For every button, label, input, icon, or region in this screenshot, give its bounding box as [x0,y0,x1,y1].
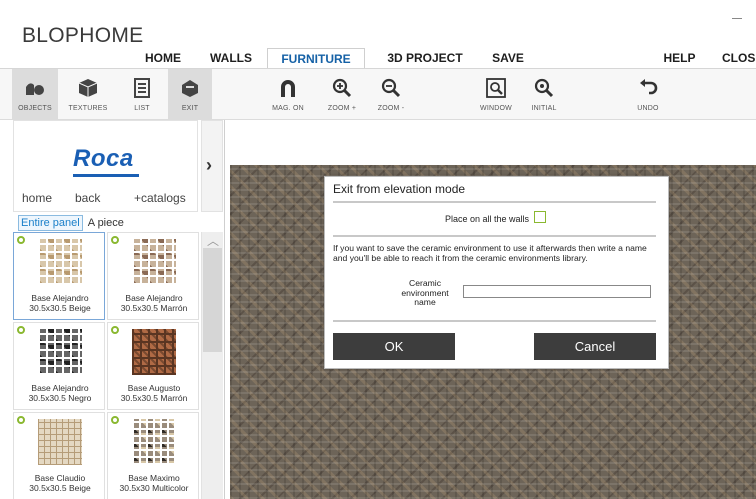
tile-thumbnail [132,239,176,285]
menu-3d-project[interactable]: 3D PROJECT [380,48,470,68]
roca-logo: Roca [73,145,134,172]
status-dot-icon [17,326,25,334]
exit-elevation-dialog: Exit from elevation mode Place on all th… [324,176,669,369]
catalog-back-link[interactable]: back [75,191,100,205]
menu-walls[interactable]: WALLS [200,48,262,68]
zoom-initial-button[interactable]: INITIAL [524,69,564,121]
magnet-button[interactable]: MAG. ON [268,69,308,121]
tile-thumbnail [38,329,82,375]
menu-home[interactable]: HOME [132,48,194,68]
magnet-icon [281,80,295,97]
cancel-button[interactable]: Cancel [534,333,656,360]
app-window: BLOPHOME HOME WALLS FURNITURE 3D PROJECT… [0,0,756,499]
tile-thumbnail [132,419,176,465]
catalog-panel: Roca home back +catalogs › Entire panel … [0,120,225,499]
status-dot-icon [111,236,119,244]
dialog-title: Exit from elevation mode [333,182,466,196]
cube-icon [78,79,98,97]
undo-button[interactable]: UNDO [628,69,668,121]
tab-entire-panel[interactable]: Entire panel [18,215,83,231]
list-icon [134,78,150,98]
environment-name-label: Ceramic environment name [401,278,449,307]
tile-thumbnail [38,419,82,465]
app-title: BLOPHOME [22,24,144,47]
scroll-thumb[interactable] [203,248,222,352]
catalog-home-link[interactable]: home [22,191,52,205]
catalog-item[interactable]: Base Claudio 30.5x30.5 Beige [13,412,105,499]
catalogs-link[interactable]: +catalogs [134,191,186,205]
catalog-item[interactable]: Base Augusto 30.5x30.5 Marrón [107,322,199,410]
status-dot-icon [111,416,119,424]
status-dot-icon [17,416,25,424]
catalog-item[interactable]: Base Alejandro 30.5x30.5 Negro [13,322,105,410]
status-dot-icon [17,236,25,244]
divider [333,201,656,203]
zoom-window-icon [486,78,506,98]
main-menu: HOME WALLS FURNITURE 3D PROJECT SAVE HEL… [0,48,756,68]
divider [333,235,656,237]
zoom-in-icon [332,78,352,98]
roca-logo-underline [73,174,139,177]
chevron-right-icon: › [206,155,212,175]
collapse-panel-button[interactable]: › [201,120,223,212]
status-dot-icon [111,326,119,334]
list-button[interactable]: LIST [120,69,164,121]
place-on-walls-label: Place on all the walls [444,214,529,224]
scroll-up-button[interactable]: ︿ [202,232,224,248]
objects-button[interactable]: OBJECTS [12,69,58,121]
menu-close[interactable]: CLOS [722,48,756,68]
catalog-header: Roca home back +catalogs [13,120,198,212]
menu-save[interactable]: SAVE [484,48,532,68]
chevron-up-icon: ︿ [207,234,220,248]
catalog-item[interactable]: Base Alejandro 30.5x30.5 Beige [13,232,105,320]
catalog-item[interactable]: Base Maximo 30.5x30 Multicolor [107,412,199,499]
zoom-out-icon [381,78,401,98]
tile-thumbnail [132,329,176,375]
ok-button[interactable]: OK [333,333,455,360]
zoom-initial-icon [534,78,554,98]
place-on-walls-checkbox[interactable] [534,211,546,223]
catalog-item[interactable]: Base Alejandro 30.5x30.5 Marrón [107,232,199,320]
catalog-grid: Base Alejandro 30.5x30.5 Beige Base Aleja… [13,232,199,499]
save-info-text: If you want to save the ceramic environm… [333,243,647,263]
zoom-in-button[interactable]: ZOOM + [322,69,362,121]
menu-furniture[interactable]: FURNITURE [267,48,365,68]
divider [333,320,656,322]
objects-icon [26,83,44,95]
environment-name-input[interactable] [463,285,651,298]
tile-thumbnail [38,239,82,285]
toolbar: OBJECTS TEXTURES LIST EXIT MAG. ON ZOOM … [0,68,756,121]
exit-button[interactable]: EXIT [168,69,212,121]
exit-icon [182,80,198,97]
textures-button[interactable]: TEXTURES [64,69,112,121]
zoom-out-button[interactable]: ZOOM - [371,69,411,121]
catalog-scrollbar[interactable]: ︿ [201,232,223,499]
tab-a-piece[interactable]: A piece [86,216,126,230]
zoom-window-button[interactable]: WINDOW [474,69,518,121]
menu-help[interactable]: HELP [657,48,702,68]
undo-icon [640,79,658,95]
placement-tabs: Entire panel A piece [18,215,126,231]
minimize-icon[interactable] [732,18,742,19]
